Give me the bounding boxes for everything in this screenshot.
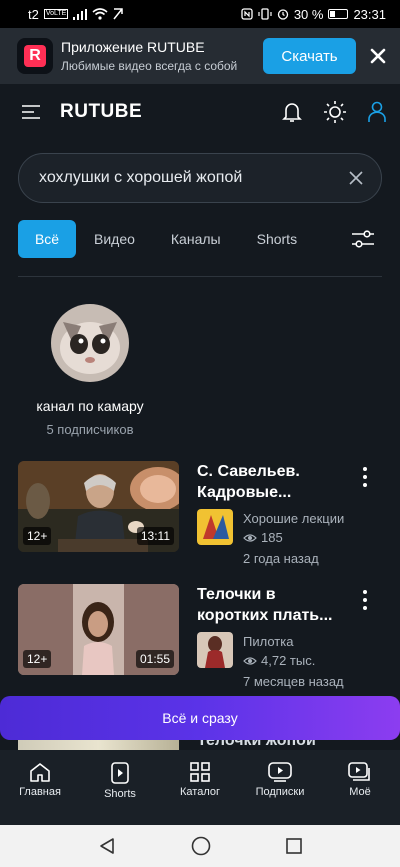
age-rating-badge: 12+ [23,527,52,545]
tab-shorts[interactable]: Shorts [257,231,297,247]
duration-badge: 01:55 [135,650,174,668]
download-button[interactable]: Скачать [263,38,356,74]
battery-percent: 30 % [293,6,324,22]
channel-avatar[interactable] [51,304,129,382]
user-icon[interactable] [368,101,386,123]
tab-video[interactable]: Видео [94,231,135,247]
clock: 23:31 [353,6,386,22]
my-videos-icon [348,762,370,781]
nav-subscriptions[interactable]: Подписки [240,750,320,825]
channel-card[interactable]: канал по камару 5 подписчиков [18,304,162,437]
more-options-icon[interactable] [362,467,368,491]
nav-shorts[interactable]: Shorts [80,750,160,825]
battery-icon [328,9,349,19]
system-nav-bar [0,825,400,867]
shorts-icon [111,762,129,784]
nav-mine[interactable]: Моё [320,750,400,825]
all-at-once-button[interactable]: Всё и сразу [0,696,400,740]
nav-label: Shorts [104,788,136,800]
back-icon[interactable] [98,837,116,855]
video-item[interactable]: 12+ 01:55 Телочки в коротких плать... Пи… [18,584,382,689]
video-item[interactable]: 12+ 13:11 С. Савельев. Кадровые... Хорош… [18,461,382,566]
signal-icon [73,8,88,20]
bell-icon[interactable] [282,101,302,123]
channel-name[interactable]: канал по камару [18,398,162,414]
home-icon [30,763,50,782]
filter-tabs: Всё Видео Каналы Shorts [18,220,382,258]
video-channel-name[interactable]: Хорошие лекции [243,511,344,526]
eye-icon [243,533,257,542]
more-options-icon[interactable] [362,590,368,614]
eye-icon [243,656,257,665]
views-count: 4,72 тыс. [261,653,316,668]
video-date: 2 года назад [243,551,319,566]
volte-badge: VoLTE [43,9,69,19]
nav-label: Каталог [180,786,220,798]
video-title[interactable]: С. Савельев. Кадровые... [197,461,347,503]
subscriptions-icon [268,762,292,782]
channel-subscribers: 5 подписчиков [46,422,134,437]
search-query[interactable]: хохлушки с хорошей жопой [39,169,242,187]
vibrate-icon [258,8,272,20]
carrier-label: t2 [28,6,39,22]
channel-icon[interactable] [197,509,233,545]
banner-subtitle: Любимые видео всегда с собой [61,59,238,73]
video-thumbnail[interactable]: 12+ 13:11 [18,461,179,552]
status-bar: t2 VoLTE 30 % 23:31 [0,0,400,28]
banner-title: Приложение RUTUBE [61,39,205,55]
video-title[interactable]: Телочки в коротких плать... [197,584,347,626]
wifi-icon [92,8,108,20]
search-input[interactable]: хохлушки с хорошей жопой [18,153,382,203]
banner-close-icon[interactable] [368,46,388,66]
menu-icon[interactable] [22,105,40,119]
tab-channels[interactable]: Каналы [171,231,221,247]
recents-icon[interactable] [286,838,303,854]
age-rating-badge: 12+ [23,650,52,668]
clear-search-icon[interactable] [349,171,363,185]
theme-sun-icon[interactable] [324,101,346,123]
nav-catalog[interactable]: Каталог [160,750,240,825]
alarm-icon [277,9,288,20]
divider [18,276,382,277]
home-circle-icon[interactable] [191,836,211,856]
app-banner: R Приложение RUTUBE Любимые видео всегда… [0,28,400,84]
video-channel-name[interactable]: Пилотка [243,634,293,649]
notification-icon [113,8,124,20]
nav-label: Главная [19,786,61,798]
views-count: 185 [261,530,283,545]
video-views: 4,72 тыс. [243,653,315,668]
tab-all[interactable]: Всё [18,220,76,258]
nfc-icon [241,8,253,20]
rutube-logo[interactable]: RUTUBE [60,101,142,123]
bottom-nav: Главная Shorts Каталог Подписки Моё [0,750,400,825]
nav-label: Моё [349,786,371,798]
nav-home[interactable]: Главная [0,750,80,825]
rutube-app-icon: R [17,38,53,74]
video-views: 185 [243,530,283,545]
duration-badge: 13:11 [136,527,174,545]
catalog-icon [190,762,210,782]
site-header: RUTUBE [0,84,400,140]
nav-label: Подписки [255,786,305,798]
filter-settings-icon[interactable] [352,230,374,248]
video-date: 7 месяцев назад [243,674,344,689]
channel-icon[interactable] [197,632,233,668]
video-thumbnail[interactable]: 12+ 01:55 [18,584,179,675]
